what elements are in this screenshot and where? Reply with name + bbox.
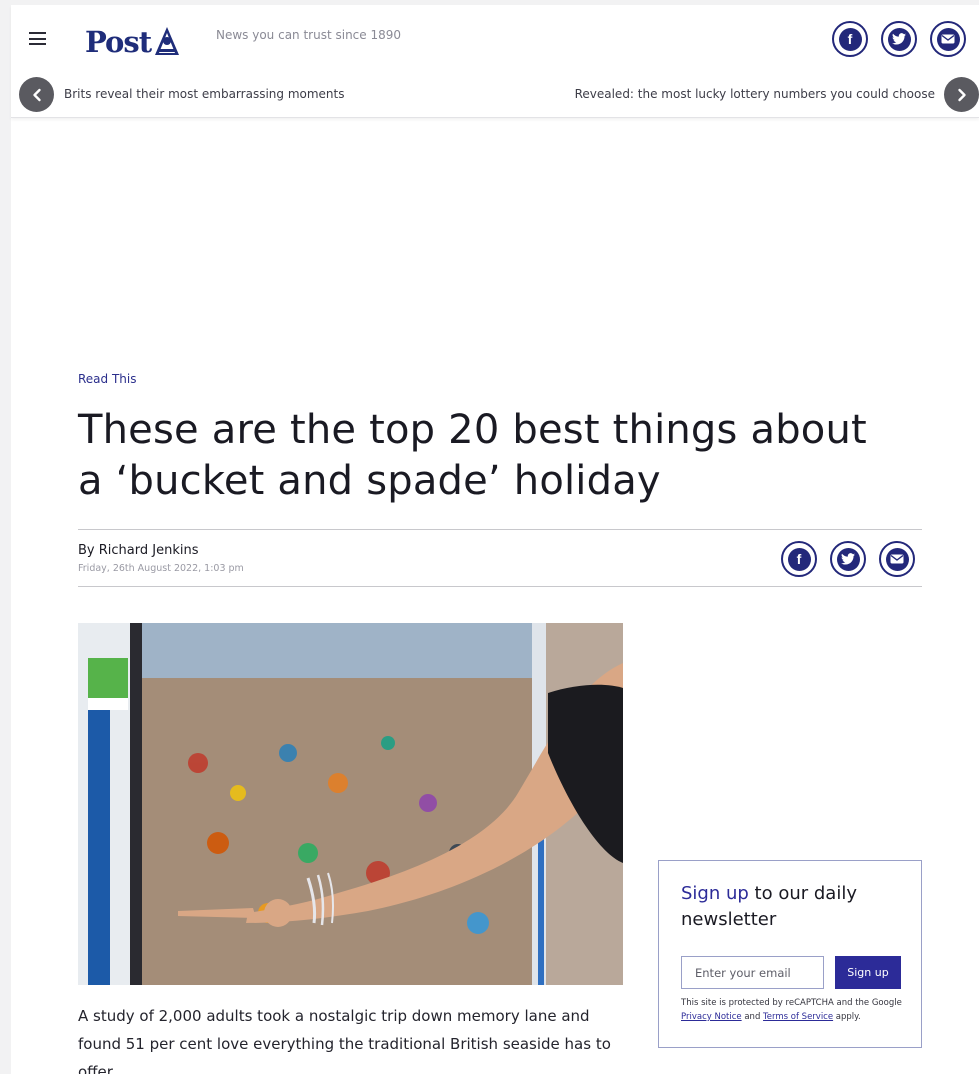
newsletter-title-accent: Sign up <box>681 883 749 904</box>
newsletter-email-input[interactable] <box>681 956 824 989</box>
newsletter-signup-box: Sign up to our daily newsletter Sign up … <box>658 860 922 1048</box>
facebook-share-button[interactable]: f <box>832 21 868 57</box>
header-social-links: f <box>832 21 966 57</box>
article-section-link[interactable]: Read This <box>78 372 137 386</box>
facebook-icon: f <box>787 547 811 571</box>
ticker-next-button[interactable] <box>944 77 979 112</box>
ticker-link-left[interactable]: Brits reveal their most embarrassing mom… <box>64 87 344 101</box>
menu-icon[interactable] <box>29 32 46 45</box>
twitter-icon <box>887 27 911 51</box>
facebook-share-button[interactable]: f <box>781 541 817 577</box>
twitter-share-button[interactable] <box>881 21 917 57</box>
envelope-icon <box>885 547 909 571</box>
recaptcha-notice: This site is protected by reCAPTCHA and … <box>681 996 911 1024</box>
privacy-notice-link[interactable]: Privacy Notice <box>681 1012 742 1022</box>
twitter-share-button[interactable] <box>830 541 866 577</box>
article-body-intro: A study of 2,000 adults took a nostalgic… <box>78 1007 611 1074</box>
byline: By Richard Jenkins Friday, 26th August 2… <box>78 529 922 587</box>
headline-ticker: Brits reveal their most embarrassing mom… <box>19 77 979 113</box>
article-hero-image <box>78 623 623 985</box>
chevron-left-icon <box>32 88 41 101</box>
article-author: By Richard Jenkins <box>78 543 199 558</box>
email-share-button[interactable] <box>879 541 915 577</box>
twitter-icon <box>836 547 860 571</box>
envelope-icon <box>936 27 960 51</box>
ticker-prev-button[interactable] <box>19 77 54 112</box>
site-header: Post News you can trust since 1890 f Bri… <box>11 5 979 118</box>
article-date: Friday, 26th August 2022, 1:03 pm <box>78 563 244 574</box>
recaptcha-notice-suffix: apply. <box>833 1012 861 1022</box>
terms-of-service-link[interactable]: Terms of Service <box>763 1012 833 1022</box>
newsletter-signup-button[interactable]: Sign up <box>835 956 901 989</box>
site-logo[interactable]: Post <box>85 19 182 59</box>
site-tagline: News you can trust since 1890 <box>216 28 402 42</box>
article-headline: These are the top 20 best things about a… <box>78 407 867 504</box>
article-social-links: f <box>781 541 915 577</box>
logo-emblem-icon <box>155 27 180 55</box>
page: Post News you can trust since 1890 f Bri… <box>11 5 979 1074</box>
ticker-link-right[interactable]: Revealed: the most lucky lottery numbers… <box>575 87 935 101</box>
facebook-icon: f <box>838 27 862 51</box>
newsletter-title: Sign up to our daily newsletter <box>681 881 911 933</box>
chevron-right-icon <box>957 88 966 101</box>
logo-wordmark: Post <box>85 25 152 59</box>
recaptcha-notice-text: This site is protected by reCAPTCHA and … <box>681 998 902 1008</box>
email-share-button[interactable] <box>930 21 966 57</box>
recaptcha-notice-and: and <box>741 1012 764 1022</box>
